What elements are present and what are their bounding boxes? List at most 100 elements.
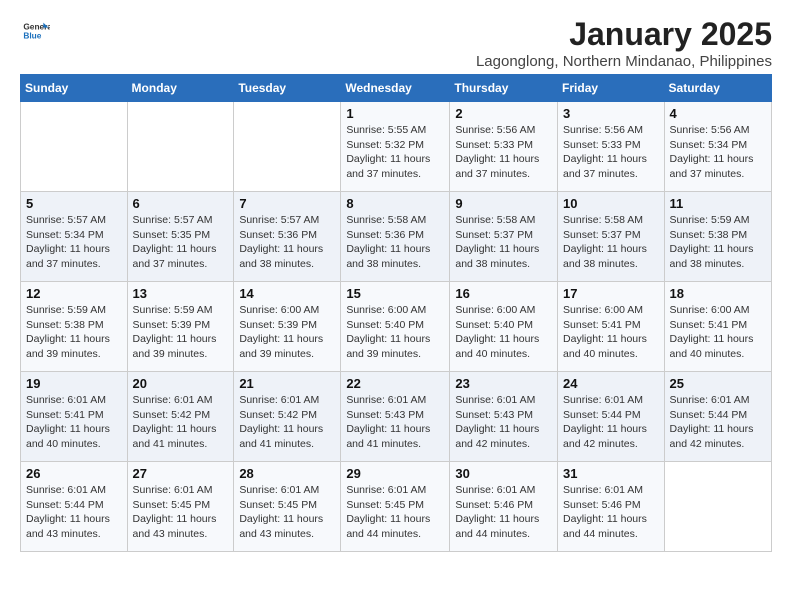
table-row: 21 Sunrise: 6:01 AMSunset: 5:42 PMDayligh… xyxy=(234,372,341,462)
day-number: 21 xyxy=(239,376,335,391)
table-row xyxy=(664,462,771,552)
table-row: 28 Sunrise: 6:01 AMSunset: 5:45 PMDayligh… xyxy=(234,462,341,552)
day-number: 16 xyxy=(455,286,552,301)
day-info: Sunrise: 6:01 AMSunset: 5:46 PMDaylight:… xyxy=(563,483,659,542)
day-number: 9 xyxy=(455,196,552,211)
col-friday: Friday xyxy=(558,75,665,102)
table-row: 30 Sunrise: 6:01 AMSunset: 5:46 PMDayligh… xyxy=(450,462,558,552)
day-number: 7 xyxy=(239,196,335,211)
table-row: 18Sunrise: 6:00 AMSunset: 5:41 PMDayligh… xyxy=(664,282,771,372)
table-row: 9 Sunrise: 5:58 AMSunset: 5:37 PMDaylight… xyxy=(450,192,558,282)
table-row: 4 Sunrise: 5:56 AMSunset: 5:34 PMDaylight… xyxy=(664,102,771,192)
main-title: January 2025 xyxy=(476,16,772,53)
table-row: 7 Sunrise: 5:57 AMSunset: 5:36 PMDaylight… xyxy=(234,192,341,282)
day-number: 12 xyxy=(26,286,122,301)
day-info: Sunrise: 6:00 AMSunset: 5:41 PMDaylight:… xyxy=(670,303,766,362)
day-info: Sunrise: 5:58 AMSunset: 5:37 PMDaylight:… xyxy=(563,213,659,272)
day-number: 30 xyxy=(455,466,552,481)
day-number: 27 xyxy=(133,466,229,481)
day-info: Sunrise: 5:57 AMSunset: 5:35 PMDaylight:… xyxy=(133,213,229,272)
table-row: 25Sunrise: 6:01 AMSunset: 5:44 PMDayligh… xyxy=(664,372,771,462)
header: General Blue January 2025 Lagonglong, No… xyxy=(20,16,772,70)
table-row: 13 Sunrise: 5:59 AMSunset: 5:39 PMDayligh… xyxy=(127,282,234,372)
day-info: Sunrise: 6:01 AMSunset: 5:42 PMDaylight:… xyxy=(239,393,335,452)
calendar-week-row: 19Sunrise: 6:01 AMSunset: 5:41 PMDayligh… xyxy=(21,372,772,462)
table-row: 11 Sunrise: 5:59 AMSunset: 5:38 PMDayligh… xyxy=(664,192,771,282)
day-number: 23 xyxy=(455,376,552,391)
col-tuesday: Tuesday xyxy=(234,75,341,102)
table-row: 1Sunrise: 5:55 AMSunset: 5:32 PMDaylight… xyxy=(341,102,450,192)
day-info: Sunrise: 6:01 AMSunset: 5:41 PMDaylight:… xyxy=(26,393,122,452)
day-number: 3 xyxy=(563,106,659,121)
day-number: 17 xyxy=(563,286,659,301)
table-row: 12Sunrise: 5:59 AMSunset: 5:38 PMDayligh… xyxy=(21,282,128,372)
day-number: 26 xyxy=(26,466,122,481)
day-number: 13 xyxy=(133,286,229,301)
day-info: Sunrise: 5:56 AMSunset: 5:33 PMDaylight:… xyxy=(563,123,659,182)
day-number: 24 xyxy=(563,376,659,391)
day-number: 4 xyxy=(670,106,766,121)
table-row xyxy=(234,102,341,192)
day-info: Sunrise: 5:56 AMSunset: 5:33 PMDaylight:… xyxy=(455,123,552,182)
day-info: Sunrise: 6:01 AMSunset: 5:45 PMDaylight:… xyxy=(346,483,444,542)
day-info: Sunrise: 6:01 AMSunset: 5:43 PMDaylight:… xyxy=(346,393,444,452)
table-row xyxy=(21,102,128,192)
table-row: 31 Sunrise: 6:01 AMSunset: 5:46 PMDayligh… xyxy=(558,462,665,552)
day-info: Sunrise: 6:01 AMSunset: 5:46 PMDaylight:… xyxy=(455,483,552,542)
col-sunday: Sunday xyxy=(21,75,128,102)
day-info: Sunrise: 6:01 AMSunset: 5:45 PMDaylight:… xyxy=(239,483,335,542)
calendar-table: Sunday Monday Tuesday Wednesday Thursday… xyxy=(20,74,772,552)
table-row: 5Sunrise: 5:57 AMSunset: 5:34 PMDaylight… xyxy=(21,192,128,282)
calendar-week-row: 1Sunrise: 5:55 AMSunset: 5:32 PMDaylight… xyxy=(21,102,772,192)
table-row: 19Sunrise: 6:01 AMSunset: 5:41 PMDayligh… xyxy=(21,372,128,462)
day-number: 28 xyxy=(239,466,335,481)
logo: General Blue xyxy=(20,16,50,46)
calendar-header-row: Sunday Monday Tuesday Wednesday Thursday… xyxy=(21,75,772,102)
day-info: Sunrise: 5:59 AMSunset: 5:38 PMDaylight:… xyxy=(670,213,766,272)
table-row xyxy=(127,102,234,192)
logo-icon: General Blue xyxy=(20,16,50,46)
day-info: Sunrise: 5:56 AMSunset: 5:34 PMDaylight:… xyxy=(670,123,766,182)
table-row: 22Sunrise: 6:01 AMSunset: 5:43 PMDayligh… xyxy=(341,372,450,462)
day-number: 29 xyxy=(346,466,444,481)
day-info: Sunrise: 6:01 AMSunset: 5:44 PMDaylight:… xyxy=(563,393,659,452)
day-info: Sunrise: 6:00 AMSunset: 5:40 PMDaylight:… xyxy=(455,303,552,362)
table-row: 29 Sunrise: 6:01 AMSunset: 5:45 PMDayligh… xyxy=(341,462,450,552)
table-row: 24 Sunrise: 6:01 AMSunset: 5:44 PMDayligh… xyxy=(558,372,665,462)
day-info: Sunrise: 6:01 AMSunset: 5:43 PMDaylight:… xyxy=(455,393,552,452)
day-info: Sunrise: 6:01 AMSunset: 5:44 PMDaylight:… xyxy=(26,483,122,542)
table-row: 23 Sunrise: 6:01 AMSunset: 5:43 PMDayligh… xyxy=(450,372,558,462)
day-info: Sunrise: 5:58 AMSunset: 5:36 PMDaylight:… xyxy=(346,213,444,272)
day-number: 11 xyxy=(670,196,766,211)
day-info: Sunrise: 6:00 AMSunset: 5:41 PMDaylight:… xyxy=(563,303,659,362)
table-row: 3 Sunrise: 5:56 AMSunset: 5:33 PMDaylight… xyxy=(558,102,665,192)
table-row: 27 Sunrise: 6:01 AMSunset: 5:45 PMDayligh… xyxy=(127,462,234,552)
day-number: 5 xyxy=(26,196,122,211)
day-info: Sunrise: 5:58 AMSunset: 5:37 PMDaylight:… xyxy=(455,213,552,272)
day-info: Sunrise: 6:01 AMSunset: 5:45 PMDaylight:… xyxy=(133,483,229,542)
day-info: Sunrise: 6:01 AMSunset: 5:42 PMDaylight:… xyxy=(133,393,229,452)
table-row: 17 Sunrise: 6:00 AMSunset: 5:41 PMDayligh… xyxy=(558,282,665,372)
col-saturday: Saturday xyxy=(664,75,771,102)
day-info: Sunrise: 5:57 AMSunset: 5:36 PMDaylight:… xyxy=(239,213,335,272)
day-number: 31 xyxy=(563,466,659,481)
day-number: 8 xyxy=(346,196,444,211)
calendar-week-row: 26 Sunrise: 6:01 AMSunset: 5:44 PMDayligh… xyxy=(21,462,772,552)
day-number: 25 xyxy=(670,376,766,391)
day-number: 15 xyxy=(346,286,444,301)
col-wednesday: Wednesday xyxy=(341,75,450,102)
day-number: 6 xyxy=(133,196,229,211)
svg-text:Blue: Blue xyxy=(23,31,41,41)
table-row: 20 Sunrise: 6:01 AMSunset: 5:42 PMDayligh… xyxy=(127,372,234,462)
calendar-week-row: 5Sunrise: 5:57 AMSunset: 5:34 PMDaylight… xyxy=(21,192,772,282)
table-row: 15Sunrise: 6:00 AMSunset: 5:40 PMDayligh… xyxy=(341,282,450,372)
day-info: Sunrise: 5:59 AMSunset: 5:39 PMDaylight:… xyxy=(133,303,229,362)
day-number: 1 xyxy=(346,106,444,121)
day-number: 20 xyxy=(133,376,229,391)
table-row: 26 Sunrise: 6:01 AMSunset: 5:44 PMDayligh… xyxy=(21,462,128,552)
page-container: General Blue January 2025 Lagonglong, No… xyxy=(0,0,792,568)
table-row: 16 Sunrise: 6:00 AMSunset: 5:40 PMDayligh… xyxy=(450,282,558,372)
day-number: 14 xyxy=(239,286,335,301)
day-number: 10 xyxy=(563,196,659,211)
day-number: 2 xyxy=(455,106,552,121)
